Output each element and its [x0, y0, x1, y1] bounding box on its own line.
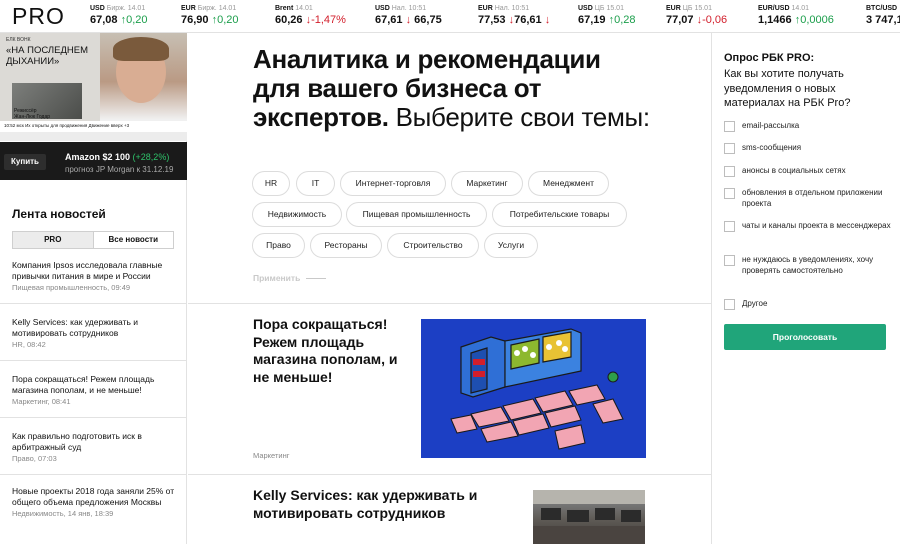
video-caption: Режиссёр Жан-Люк Годар [14, 108, 51, 120]
topic-tag[interactable]: Интернет-торговля [340, 171, 446, 196]
ticker-eur-cb[interactable]: EUR ЦБ 15.01 77,07 ↓-0,06 [666, 5, 727, 26]
poll-option-label[interactable]: Другое [742, 299, 892, 310]
article-title[interactable]: Kelly Services: как удерживать и мотивир… [253, 487, 513, 522]
store-shelves-illustration [450, 328, 624, 450]
page-headline: Аналитика и рекомендации для вашего бизн… [253, 44, 650, 132]
poll-option-label[interactable]: обновления в отдельном приложении проект… [742, 188, 892, 209]
poll-title: Опрос РБК PRO: [724, 52, 815, 64]
news-item-title[interactable]: Новые проекты 2018 года заняли 25% от об… [12, 486, 178, 507]
topic-tag[interactable]: Менеджмент [528, 171, 609, 196]
apply-button[interactable]: Применить [253, 273, 327, 283]
topic-tag[interactable]: Потребительские товары [492, 202, 627, 227]
news-item[interactable]: Как правильно подготовить иск в арбитраж… [12, 431, 178, 463]
topic-tag[interactable]: Право [252, 233, 305, 258]
news-item-meta: Пищевая промышленность, 09:49 [12, 283, 131, 292]
poll-option-label[interactable]: email-рассылка [742, 121, 892, 132]
news-item[interactable]: Компания Ipsos исследовала главные привы… [12, 260, 178, 292]
article-title[interactable]: Пора сокращаться! Режем площадь магазина… [253, 316, 413, 386]
topic-tag[interactable]: IT [296, 171, 335, 196]
ticker-eur-cash[interactable]: EUR Нал. 10:51 77,53 ↓76,61 ↓ [478, 5, 550, 26]
topic-tag[interactable]: Пищевая промышленность [346, 202, 487, 227]
checkbox[interactable] [724, 255, 735, 266]
arrow-right-icon [306, 278, 327, 280]
presenter-hair [113, 37, 169, 61]
stock-forecast: прогноз JP Morgan к 31.12.19 [65, 165, 174, 174]
news-feed-tabs: PRO Все новости [12, 231, 174, 249]
divider [0, 360, 187, 361]
article-category[interactable]: Маркетинг [253, 451, 289, 460]
news-item-title[interactable]: Компания Ipsos исследовала главные привы… [12, 260, 178, 281]
news-item-title[interactable]: Kelly Services: как удерживать и мотивир… [12, 317, 178, 338]
poll-option-label[interactable]: анонсы в социальных сетях [742, 166, 892, 177]
checkbox[interactable] [724, 221, 735, 232]
stock-quote[interactable]: Amazon $2 100 (+28,2%) [65, 152, 169, 162]
ticker-usd-cb[interactable]: USD ЦБ 15.01 67,19 ↑0,28 [578, 5, 636, 26]
news-item-title[interactable]: Как правильно подготовить иск в арбитраж… [12, 431, 178, 452]
news-item-title[interactable]: Пора сокращаться! Режем площадь магазина… [12, 374, 178, 395]
video-player[interactable]: ЕЛК ВОНК «НА ПОСЛЕДНЕМ ДЫХАНИИ» Режиссёр… [0, 33, 187, 141]
topic-tag[interactable]: Маркетинг [451, 171, 523, 196]
ticker-usd-exchange[interactable]: USD Бирж. 14.01 67,08 ↑0,20 [90, 5, 148, 26]
divider [0, 474, 187, 475]
article-photo-office[interactable] [533, 490, 645, 544]
divider [0, 417, 187, 418]
ticker-eur-exchange[interactable]: EUR Бирж. 14.01 76,90 ↑0,20 [181, 5, 239, 26]
article-illustration[interactable] [421, 319, 646, 458]
ticker-usd-cash[interactable]: USD Нал. 10:51 67,61 ↓ 66,75 [375, 5, 442, 26]
topic-tag[interactable]: Рестораны [310, 233, 382, 258]
poll-option-label[interactable]: не нуждаюсь в уведомлениях, хочу проверя… [742, 255, 892, 276]
checkbox[interactable] [724, 143, 735, 154]
video-news-strip: 10:52 мск Их открыты для продвижения Дви… [0, 121, 187, 132]
poll-option-label[interactable]: чаты и каналы проекта в мессенджерах [742, 221, 892, 232]
main-column: Аналитика и рекомендации для вашего бизн… [188, 33, 711, 544]
topic-tag[interactable]: Услуги [484, 233, 538, 258]
left-column: ЕЛК ВОНК «НА ПОСЛЕДНЕМ ДЫХАНИИ» Режиссёр… [0, 33, 187, 544]
video-channel-label: ЕЛК ВОНК [6, 37, 31, 43]
ticker-bar: PRO USD Бирж. 14.01 67,08 ↑0,20 EUR Бирж… [0, 0, 900, 33]
news-item-meta: Недвижимость, 14 янв, 18:39 [12, 509, 114, 518]
news-item-meta: HR, 08:42 [12, 340, 46, 349]
checkbox[interactable] [724, 166, 735, 177]
stock-promo: Купить Amazon $2 100 (+28,2%) прогноз JP… [0, 142, 187, 180]
topic-tag[interactable]: Недвижимость [252, 202, 342, 227]
ticker-btcusd[interactable]: BTC/USD 3 747,1 [866, 5, 900, 26]
news-item[interactable]: Kelly Services: как удерживать и мотивир… [12, 317, 178, 349]
tab-pro[interactable]: PRO [13, 232, 94, 248]
news-item-meta: Право, 07:03 [12, 454, 57, 463]
news-item[interactable]: Пора сокращаться! Режем площадь магазина… [12, 374, 178, 406]
video-lower-bar [0, 132, 187, 141]
checkbox[interactable] [724, 188, 735, 199]
checkbox[interactable] [724, 299, 735, 310]
ticker-eurusd[interactable]: EUR/USD 14.01 1,1466 ↑0,0006 [758, 5, 834, 26]
rbc-pro-logo[interactable]: PRO [12, 3, 65, 30]
tab-all-news[interactable]: Все новости [94, 232, 174, 248]
topic-tag[interactable]: HR [252, 171, 290, 196]
checkbox[interactable] [724, 121, 735, 132]
video-title: «НА ПОСЛЕДНЕМ ДЫХАНИИ» [6, 45, 88, 67]
buy-button[interactable]: Купить [4, 154, 46, 170]
ticker-brent[interactable]: Brent 14.01 60,26 ↓-1,47% [275, 5, 346, 26]
office-photo [533, 490, 645, 544]
vote-button[interactable]: Проголосовать [724, 324, 886, 350]
divider [188, 303, 711, 304]
topic-tag[interactable]: Строительство [387, 233, 479, 258]
poll-question: Как вы хотите получать уведомления о нов… [724, 68, 851, 109]
poll-column: Опрос РБК PRO: Как вы хотите получать ув… [711, 33, 900, 544]
divider [188, 474, 711, 475]
news-item-meta: Маркетинг, 08:41 [12, 397, 71, 406]
news-item[interactable]: Новые проекты 2018 года заняли 25% от об… [12, 486, 178, 518]
divider [0, 303, 187, 304]
poll-option-label[interactable]: sms-сообщения [742, 143, 892, 154]
news-feed-title: Лента новостей [12, 207, 106, 221]
